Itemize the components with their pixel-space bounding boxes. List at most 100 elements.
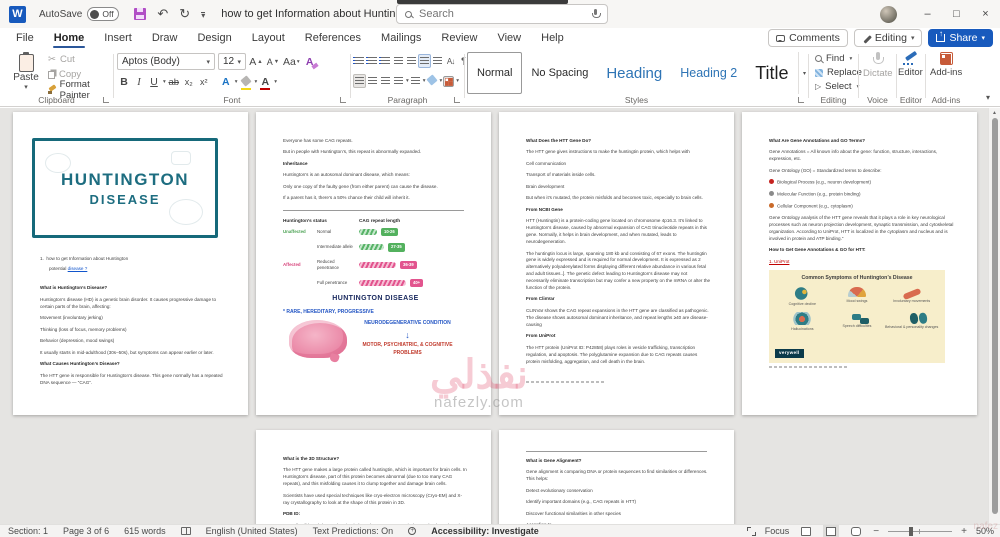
clear-formatting-button[interactable]: A	[303, 54, 317, 70]
text-effects-button[interactable]: A	[219, 74, 233, 90]
maximize-button[interactable]: □	[942, 0, 971, 28]
document-page-2[interactable]: Everyone has some CAG repeats. But in peo…	[256, 112, 491, 415]
ribbon-tab[interactable]: Review	[431, 28, 487, 48]
scroll-up-arrow[interactable]: ▲	[989, 108, 1000, 118]
save-icon[interactable]	[134, 8, 147, 20]
ribbon-tab[interactable]: References	[295, 28, 371, 48]
paragraph-dialog-launcher[interactable]	[454, 97, 460, 103]
editing-mode-button[interactable]: Editing ▾	[853, 29, 923, 47]
shrink-font-button[interactable]: A ▼	[266, 54, 280, 70]
proofing-icon[interactable]	[180, 527, 191, 535]
align-center-button[interactable]	[366, 74, 379, 88]
vertical-scrollbar[interactable]: ▲	[988, 108, 1000, 524]
read-mode-button[interactable]	[798, 525, 814, 537]
select-button[interactable]: ▷Select▾	[815, 80, 862, 93]
collapse-ribbon-button[interactable]: ▾	[986, 93, 990, 102]
bullets-button[interactable]	[353, 54, 366, 68]
bold-button[interactable]: B	[117, 74, 131, 90]
customize-qat-icon[interactable]: ▾	[201, 11, 206, 19]
subscript-button[interactable]: x₂	[182, 74, 196, 90]
share-button[interactable]: Share ▾	[928, 29, 993, 47]
zoom-slider[interactable]	[888, 526, 953, 536]
borders-button[interactable]	[442, 74, 455, 88]
highlight-button[interactable]	[239, 74, 253, 90]
document-page-5[interactable]: What is the 3D Structure? The HTT gene ma…	[256, 430, 491, 524]
close-button[interactable]: ×	[971, 0, 1000, 28]
styles-dialog-launcher[interactable]	[798, 97, 804, 103]
numbering-button[interactable]	[366, 54, 379, 68]
line-spacing-button[interactable]	[409, 74, 422, 88]
zoom-percent[interactable]: 50%	[976, 526, 994, 536]
replace-button[interactable]: Replace	[815, 66, 862, 79]
underline-button[interactable]: U	[147, 74, 161, 90]
autosave-control[interactable]: AutoSave Off	[39, 7, 120, 21]
ribbon-tab[interactable]: View	[487, 28, 531, 48]
ribbon-tab[interactable]: Home	[44, 28, 95, 48]
underline-dropdown[interactable]: ▾	[163, 79, 166, 85]
section-indicator[interactable]: Section: 1	[8, 526, 48, 536]
addins-button[interactable]: Add-ins	[930, 52, 962, 78]
font-color-button[interactable]: A	[258, 74, 272, 90]
focus-button[interactable]: Focus	[765, 526, 790, 536]
style-item[interactable]: Heading 2	[671, 52, 746, 94]
font-family-select[interactable]: Aptos (Body) ▾	[117, 53, 215, 70]
web-layout-button[interactable]	[848, 525, 864, 537]
shading-button[interactable]	[426, 73, 439, 88]
italic-button[interactable]: I	[132, 74, 146, 90]
print-layout-button[interactable]	[823, 524, 840, 537]
redo-button[interactable]: ↻	[179, 6, 190, 22]
minimize-button[interactable]: –	[913, 0, 942, 28]
ribbon-tab[interactable]: File	[6, 28, 44, 48]
document-page-3[interactable]: What Does the HTT Gene Do? The HTT gene g…	[499, 112, 734, 415]
style-item[interactable]: Title	[746, 52, 797, 94]
user-avatar[interactable]	[880, 5, 897, 23]
search-input[interactable]	[419, 8, 585, 20]
document-page-4[interactable]: What Are Gene Annotations and GO Terms? G…	[742, 112, 977, 415]
ribbon-tab[interactable]: Help	[531, 28, 574, 48]
style-item[interactable]: Normal	[467, 52, 523, 94]
ltr-direction-button[interactable]	[418, 54, 431, 68]
strikethrough-button[interactable]: ab	[167, 74, 181, 90]
align-left-button[interactable]	[353, 74, 366, 88]
language-indicator[interactable]: English (United States)	[206, 526, 298, 536]
grow-font-button[interactable]: A ▲	[249, 54, 263, 70]
superscript-button[interactable]: x²	[197, 74, 211, 90]
document-page-1[interactable]: HUNTINGTON DISEASE 1. how to get Informa…	[13, 112, 248, 415]
paste-button[interactable]: Paste ▾	[8, 52, 44, 100]
multilevel-list-button[interactable]	[379, 54, 392, 68]
ribbon-tab[interactable]: Design	[187, 28, 241, 48]
ribbon-tab[interactable]: Mailings	[371, 28, 431, 48]
rtl-direction-button[interactable]	[431, 54, 444, 68]
change-case-button[interactable]: Aa ▾	[283, 54, 300, 70]
zoom-in-button[interactable]: +	[961, 526, 967, 537]
cut-button[interactable]: ✂ Cut	[48, 53, 113, 66]
font-dialog-launcher[interactable]	[340, 97, 346, 103]
sort-button[interactable]: A↓	[444, 54, 457, 68]
increase-indent-button[interactable]	[405, 54, 418, 68]
ribbon-tab[interactable]: Draw	[142, 28, 188, 48]
undo-button[interactable]: ↶	[157, 6, 168, 22]
search-box[interactable]	[396, 4, 608, 24]
text-predictions[interactable]: Text Predictions: On	[313, 526, 394, 536]
autosave-toggle[interactable]: Off	[87, 7, 120, 21]
ribbon-tab[interactable]: Layout	[242, 28, 295, 48]
ribbon-tab[interactable]: Insert	[94, 28, 142, 48]
disease-link[interactable]: disease ?	[68, 266, 88, 271]
comments-button[interactable]: Comments	[768, 29, 848, 47]
decrease-indent-button[interactable]	[392, 54, 405, 68]
dictate-button[interactable]: Dictate	[863, 52, 893, 79]
find-button[interactable]: Find ▾	[815, 52, 862, 65]
word-count[interactable]: 615 words	[124, 526, 166, 536]
editor-button[interactable]: Editor	[898, 52, 923, 78]
style-item[interactable]: Heading	[597, 52, 671, 94]
align-right-button[interactable]	[379, 74, 392, 88]
zoom-slider-thumb[interactable]	[909, 526, 913, 536]
font-size-select[interactable]: 12 ▾	[218, 53, 246, 70]
clipboard-dialog-launcher[interactable]	[103, 97, 109, 103]
scrollbar-thumb[interactable]	[991, 118, 998, 514]
search-mic-icon[interactable]	[592, 8, 601, 20]
page-indicator[interactable]: Page 3 of 6	[63, 526, 109, 536]
justify-button[interactable]	[392, 74, 405, 88]
zoom-out-button[interactable]: −	[873, 526, 879, 537]
document-page-6[interactable]: What is Gene Alignment? Gene alignment is…	[499, 430, 734, 524]
